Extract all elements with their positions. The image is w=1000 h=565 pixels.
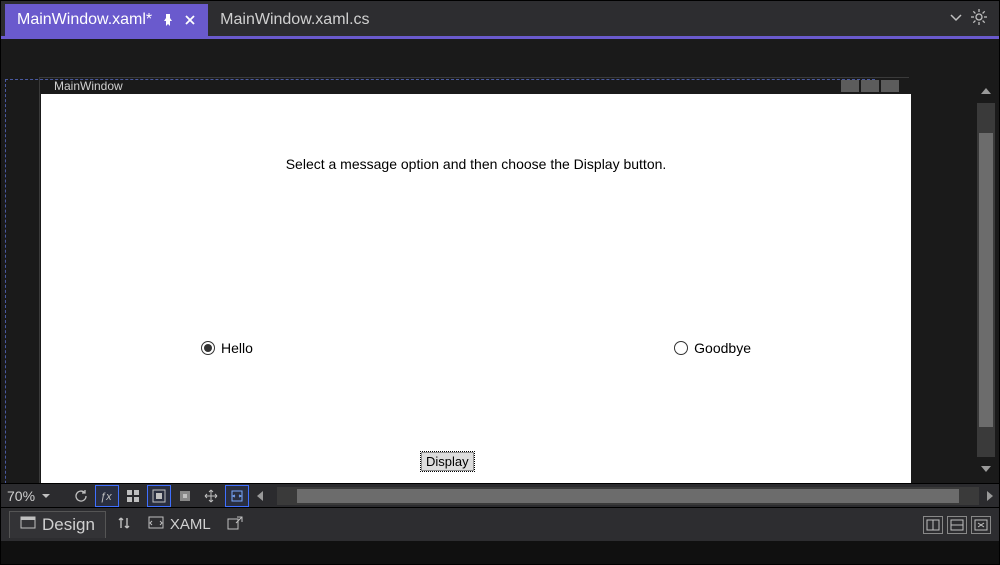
radio-goodbye[interactable]: Goodbye [674, 340, 751, 356]
xaml-view-icon [148, 516, 164, 534]
scroll-left-icon[interactable] [251, 485, 269, 507]
radio-filled-icon [201, 341, 215, 355]
swap-panes-icon[interactable] [116, 515, 132, 534]
vertical-scrollbar[interactable] [977, 83, 995, 477]
ruler-horizontal [39, 77, 909, 78]
tab-label: MainWindow.xaml* [17, 11, 152, 29]
design-surface[interactable]: Select a message option and then choose … [41, 94, 911, 483]
split-vertical-icon[interactable] [923, 516, 943, 534]
document-tab-strip: MainWindow.xaml* MainWindow.xaml.cs [1, 1, 999, 36]
scroll-track[interactable] [977, 103, 995, 457]
design-toolbar: 70% ƒx [1, 483, 999, 507]
tab-mainwindow-xaml-cs[interactable]: MainWindow.xaml.cs [208, 4, 381, 36]
window-chrome-buttons [841, 80, 899, 92]
close-window-icon [881, 80, 899, 92]
scroll-right-icon[interactable] [981, 485, 999, 507]
close-icon[interactable] [184, 14, 196, 26]
radio-hello[interactable]: Hello [201, 340, 253, 356]
move-icon[interactable] [199, 485, 223, 507]
scroll-down-icon[interactable] [980, 461, 992, 477]
maximize-icon [861, 80, 879, 92]
design-view-icon [20, 515, 36, 535]
tab-mainwindow-xaml[interactable]: MainWindow.xaml* [5, 4, 208, 36]
popout-icon[interactable] [227, 516, 243, 533]
window-title: MainWindow [48, 78, 129, 94]
fx-effects-icon[interactable]: ƒx [95, 485, 119, 507]
button-label: Display [426, 454, 469, 469]
horizontal-scroll-track[interactable] [277, 487, 979, 505]
snap-grid-icon[interactable] [147, 485, 171, 507]
svg-text:ƒx: ƒx [100, 491, 112, 503]
zoom-value: 70% [7, 488, 35, 504]
collapse-pane-icon[interactable] [971, 516, 991, 534]
design-tab-label: Design [42, 515, 95, 535]
instruction-text: Select a message option and then choose … [41, 156, 911, 172]
refresh-icon[interactable] [69, 485, 93, 507]
minimize-icon [841, 80, 859, 92]
snap-lines-icon[interactable] [173, 485, 197, 507]
pin-icon[interactable] [162, 14, 174, 26]
gear-icon[interactable] [971, 9, 987, 28]
radio-empty-icon [674, 341, 688, 355]
project-code-icon[interactable] [225, 485, 249, 507]
scroll-up-icon[interactable] [980, 83, 992, 99]
radio-label: Goodbye [694, 340, 751, 356]
xaml-view-tab[interactable]: XAML [142, 513, 217, 537]
radio-label: Hello [221, 340, 253, 356]
designer-view-switcher: Design XAML [1, 507, 999, 541]
tab-label: MainWindow.xaml.cs [220, 11, 369, 29]
overflow-icon[interactable] [949, 10, 963, 27]
display-button[interactable]: Display [421, 452, 474, 471]
design-view-tab[interactable]: Design [9, 511, 106, 538]
scroll-thumb[interactable] [979, 133, 993, 427]
ruler-vertical [39, 77, 40, 483]
grid-icon[interactable] [121, 485, 145, 507]
split-horizontal-icon[interactable] [947, 516, 967, 534]
designer-area: MainWindow Select a message option and t… [1, 39, 999, 507]
xaml-tab-label: XAML [170, 516, 211, 533]
horizontal-scroll-thumb[interactable] [297, 489, 959, 503]
zoom-dropdown[interactable]: 70% [7, 488, 67, 504]
